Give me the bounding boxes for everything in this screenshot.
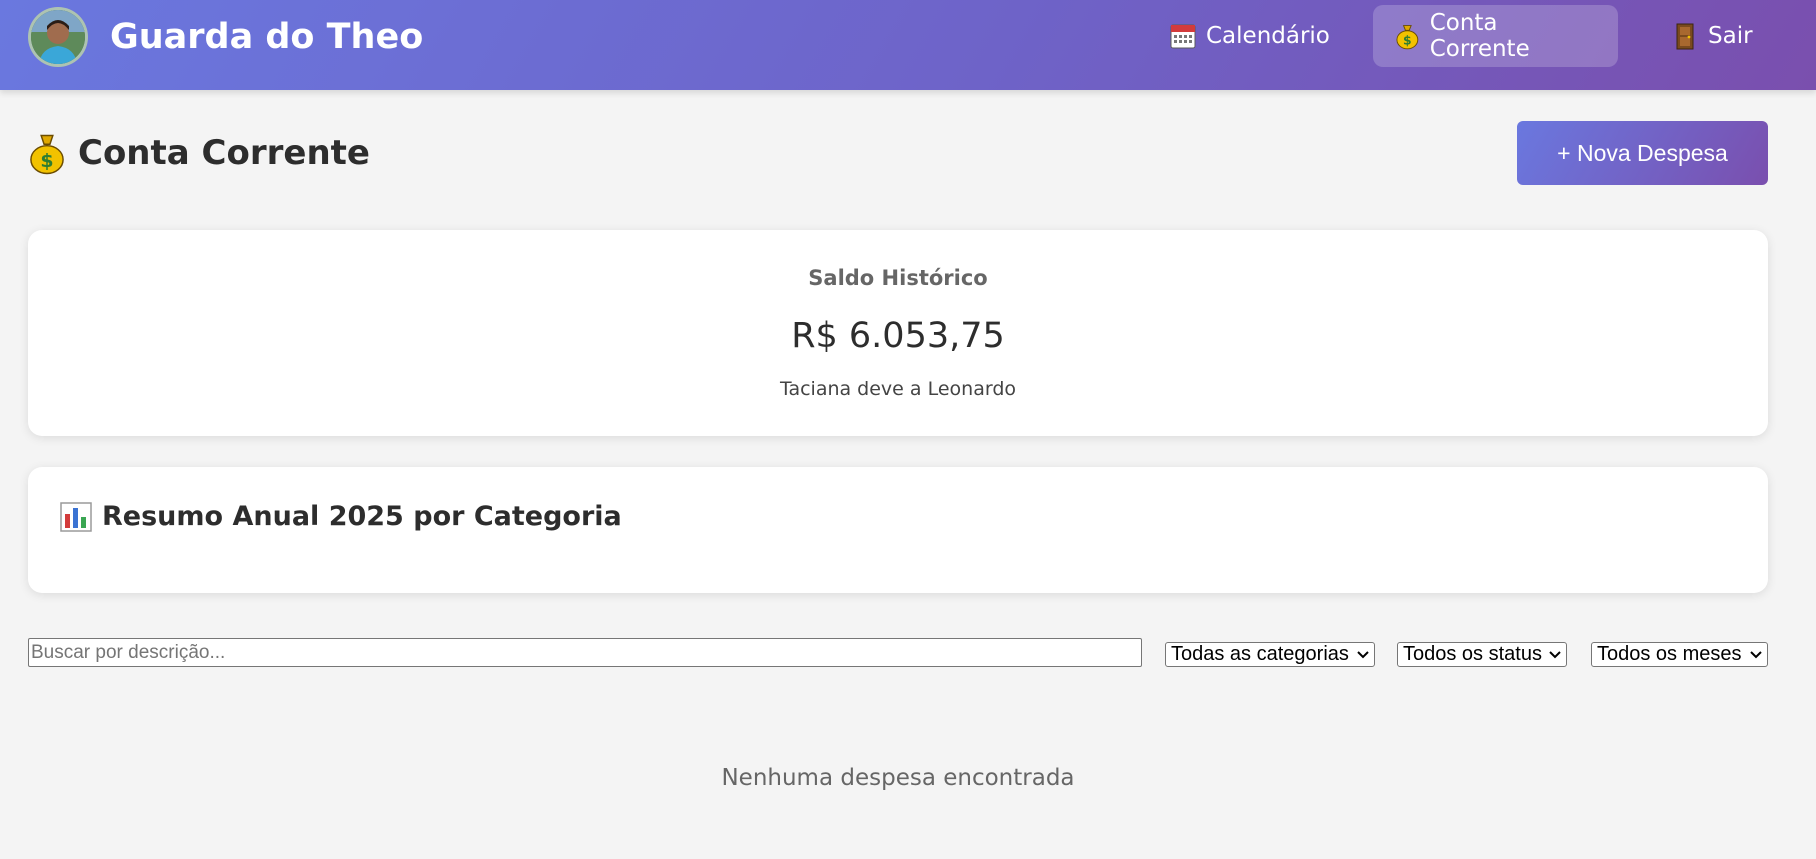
bar-chart-icon — [60, 501, 92, 532]
nav-current-account-label: Conta Corrente — [1429, 10, 1530, 62]
chevron-down-icon — [1549, 650, 1561, 658]
search-input[interactable] — [28, 638, 1142, 667]
nav-logout-label: Sair — [1708, 23, 1753, 49]
summary-title-text: Resumo Anual 2025 por Categoria — [102, 501, 622, 532]
balance-card: Saldo Histórico R$ 6.053,75 Taciana deve… — [28, 230, 1768, 436]
annual-summary-card: Resumo Anual 2025 por Categoria — [28, 467, 1768, 593]
avatar[interactable] — [28, 7, 88, 67]
month-filter-value: Todos os meses — [1597, 643, 1742, 665]
top-navbar: Guarda do Theo Calendário $ Conta Corren… — [0, 0, 1816, 90]
balance-note: Taciana deve a Leonardo — [779, 378, 1016, 400]
nav-calendar-label: Calendário — [1206, 23, 1330, 49]
category-filter-value: Todas as categorias — [1171, 643, 1349, 665]
money-bag-icon: $ — [1396, 25, 1419, 50]
balance-label: Saldo Histórico — [808, 266, 988, 290]
nav-calendar[interactable]: Calendário — [1148, 5, 1352, 67]
calendar-icon — [1170, 24, 1196, 49]
chevron-down-icon — [1750, 650, 1762, 658]
empty-state-message: Nenhuma despesa encontrada — [721, 765, 1075, 791]
money-bag-icon: $ — [30, 134, 64, 175]
svg-text:$: $ — [1403, 34, 1412, 48]
svg-text:$: $ — [40, 150, 53, 172]
page-title-text: Conta Corrente — [78, 133, 370, 173]
balance-value: R$ 6.053,75 — [791, 316, 1005, 356]
status-filter-select[interactable]: Todos os status — [1397, 642, 1567, 667]
app-brand: Guarda do Theo — [110, 17, 424, 57]
chevron-down-icon — [1357, 650, 1369, 658]
month-filter-select[interactable]: Todos os meses — [1591, 642, 1768, 667]
status-filter-value: Todos os status — [1403, 643, 1542, 665]
nav-current-account[interactable]: $ Conta Corrente — [1373, 5, 1618, 67]
page-title: $ Conta Corrente — [28, 131, 370, 175]
summary-title: Resumo Anual 2025 por Categoria — [60, 501, 622, 532]
nav-logout[interactable]: Sair — [1650, 5, 1775, 67]
door-icon — [1676, 23, 1694, 50]
category-filter-select[interactable]: Todas as categorias — [1165, 642, 1375, 667]
new-expense-button[interactable]: + Nova Despesa — [1517, 121, 1768, 185]
